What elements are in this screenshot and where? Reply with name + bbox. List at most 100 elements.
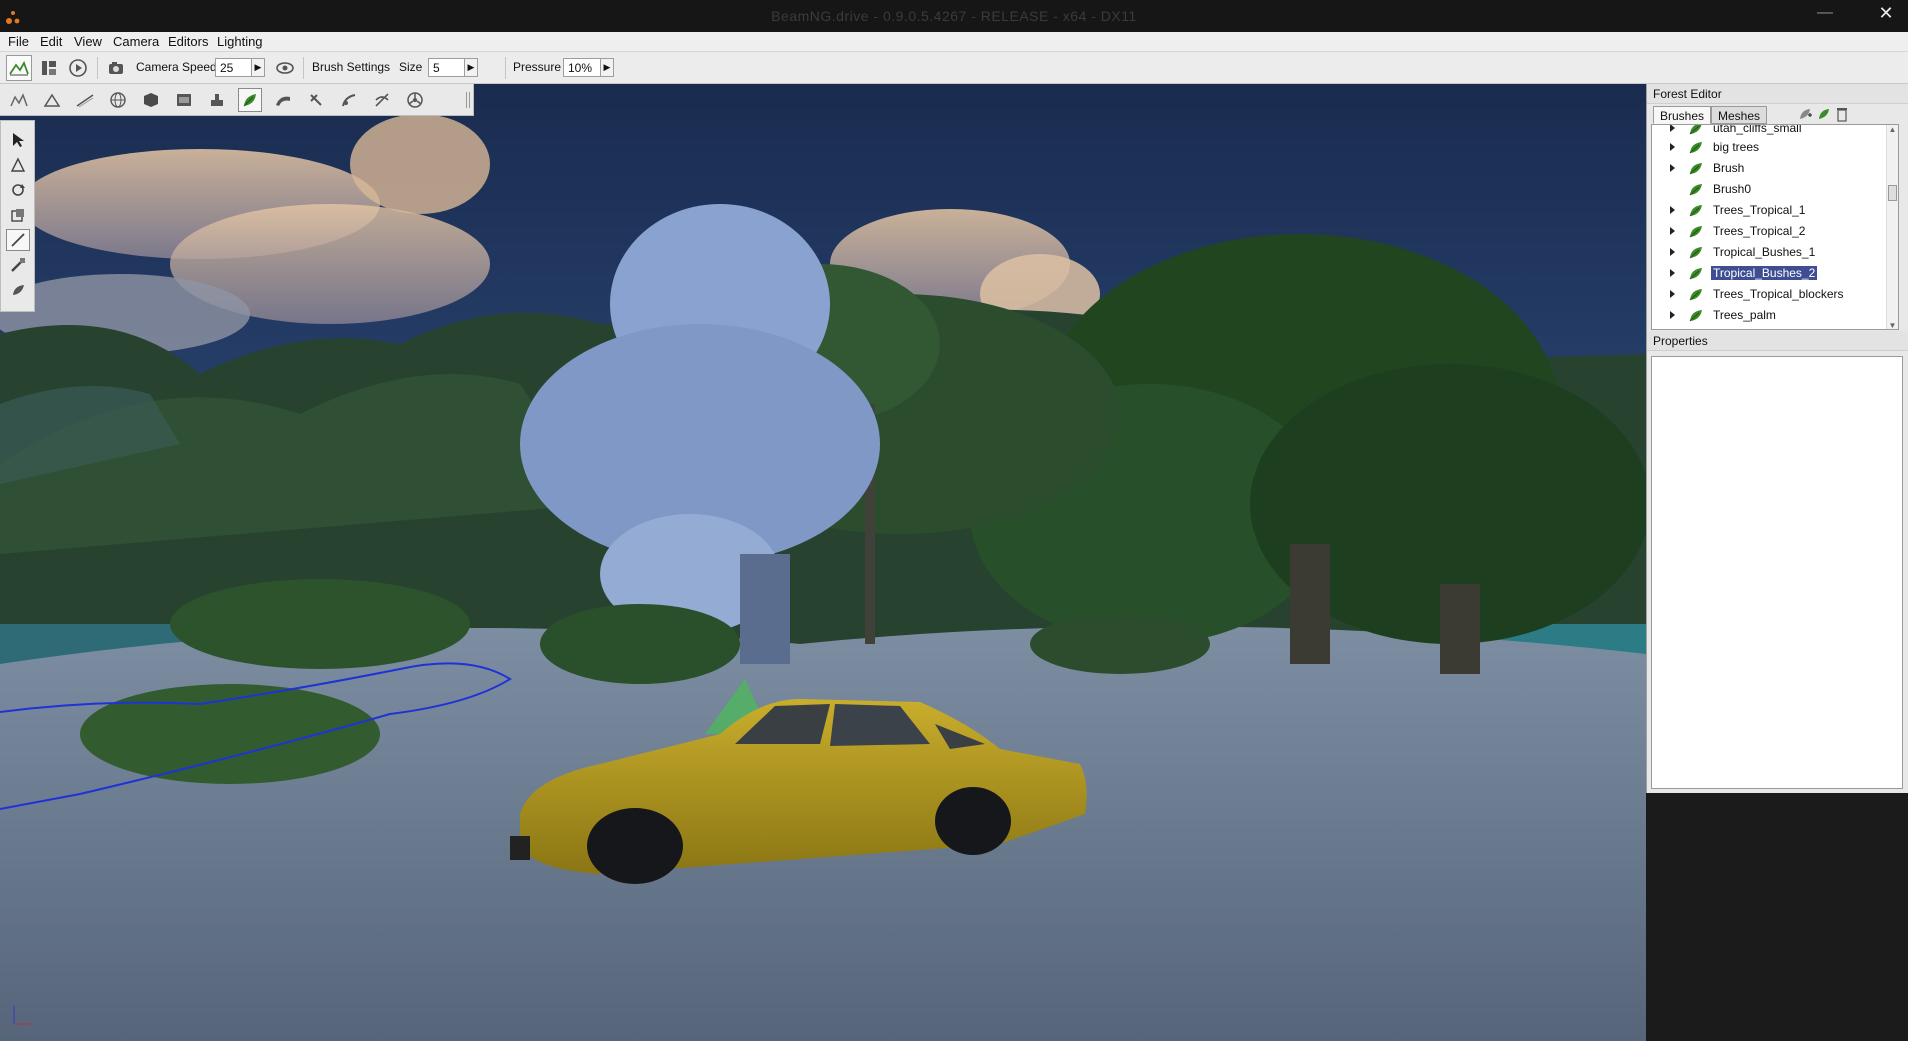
leaf-brush-icon[interactable] — [6, 279, 30, 301]
scale-icon[interactable] — [6, 204, 30, 226]
expand-arrow-icon[interactable] — [1670, 290, 1675, 298]
tab-meshes[interactable]: Meshes — [1711, 106, 1768, 124]
tree-item[interactable]: Trees_Tropical_2 — [1652, 221, 1888, 242]
window-title: BeamNG.drive - 0.9.0.5.4267 - RELEASE - … — [771, 8, 1137, 24]
new-brush-icon[interactable] — [1797, 106, 1813, 125]
layout-icon[interactable] — [36, 55, 62, 81]
properties-title: Properties — [1647, 331, 1908, 351]
tree-item[interactable]: Trees_Tropical_1 — [1652, 200, 1888, 221]
3d-viewport[interactable] — [0, 84, 1646, 1041]
editor-tool-row — [0, 84, 474, 116]
expand-arrow-icon[interactable] — [1670, 125, 1675, 132]
expand-arrow-icon[interactable] — [1670, 269, 1675, 277]
leaf-icon — [1689, 205, 1702, 217]
scroll-down-icon[interactable]: ▼ — [1888, 321, 1897, 329]
tree-scrollbar[interactable]: ▲ ▼ — [1886, 125, 1898, 329]
terrain-icon[interactable] — [7, 88, 31, 112]
leaf-icon — [1689, 142, 1702, 154]
play-icon[interactable] — [65, 55, 91, 81]
select-arrow-icon[interactable] — [6, 129, 30, 151]
scene-render[interactable] — [0, 84, 1646, 1041]
pressure-label: Pressure — [513, 60, 562, 74]
mesh-road-icon[interactable] — [271, 88, 295, 112]
river-icon[interactable] — [304, 88, 328, 112]
navmesh-icon[interactable] — [370, 88, 394, 112]
tree-item-label: utah_cliffs_small — [1713, 124, 1802, 135]
tree-item-label: Trees_Tropical_blockers — [1713, 287, 1844, 301]
menu-file[interactable]: File — [8, 34, 29, 49]
leaf-icon — [1689, 289, 1702, 301]
minimize-button[interactable]: — — [1804, 0, 1846, 28]
globe-icon[interactable] — [106, 88, 130, 112]
title-bar: BeamNG.drive - 0.9.0.5.4267 - RELEASE - … — [0, 0, 1908, 32]
menu-edit[interactable]: Edit — [40, 34, 62, 49]
leaf-icon — [1689, 163, 1702, 175]
path-icon[interactable] — [172, 88, 196, 112]
tree-item-label: Trees_Tropical_1 — [1713, 203, 1806, 217]
menu-lighting[interactable]: Lighting — [217, 34, 263, 49]
tab-brushes[interactable]: Brushes — [1653, 106, 1712, 124]
tree-item-label: Tropical_Bushes_2 — [1711, 266, 1818, 280]
tree-item[interactable]: big trees — [1652, 137, 1888, 158]
decal-road-icon[interactable] — [337, 88, 361, 112]
terrain-paint-icon[interactable] — [40, 88, 64, 112]
scroll-thumb[interactable] — [1888, 185, 1897, 201]
rotate-icon[interactable] — [6, 179, 30, 201]
expand-arrow-icon[interactable] — [1670, 143, 1675, 151]
expand-arrow-icon[interactable] — [1670, 164, 1675, 172]
properties-area[interactable] — [1651, 356, 1903, 789]
size-arrow-icon[interactable]: ▶ — [464, 58, 478, 77]
brush-tree[interactable]: utah_cliffs_small big trees Brush Brush0… — [1651, 124, 1899, 330]
leaf-icon — [1689, 247, 1702, 259]
tool-row-grip[interactable] — [466, 92, 470, 108]
brush-settings-label: Brush Settings — [312, 60, 391, 74]
tree-item-label: Brush — [1713, 161, 1745, 175]
scroll-up-icon[interactable]: ▲ — [1888, 125, 1897, 135]
world-editor-icon[interactable] — [6, 55, 32, 81]
move-icon[interactable] — [6, 154, 30, 176]
object-icon[interactable] — [139, 88, 163, 112]
leaf-icon — [1689, 268, 1702, 280]
tree-item-label: Trees_Tropical_2 — [1713, 224, 1806, 238]
pressure-input[interactable]: 10% — [563, 58, 601, 77]
forest-icon[interactable] — [238, 88, 262, 112]
tree-item[interactable]: Trees_Tropical_blockers — [1652, 284, 1888, 305]
new-element-icon[interactable] — [1816, 106, 1832, 125]
size-input[interactable]: 5 — [428, 58, 466, 77]
tree-item[interactable]: Brush — [1652, 158, 1888, 179]
expand-arrow-icon[interactable] — [1670, 206, 1675, 214]
camera-speed-arrow-icon[interactable]: ▶ — [251, 58, 265, 77]
expand-arrow-icon[interactable] — [1670, 227, 1675, 235]
menu-camera[interactable]: Camera — [113, 34, 159, 49]
menu-bar: File Edit View Camera Editors Lighting — [0, 32, 1908, 52]
eye-icon[interactable] — [272, 55, 298, 81]
forest-editor-title: Forest Editor — [1647, 84, 1908, 104]
paint-brush-icon[interactable] — [6, 229, 30, 251]
forest-editor-panel: Forest Editor Brushes Meshes utah_cliffs… — [1646, 84, 1908, 331]
erase-icon[interactable] — [6, 254, 30, 276]
toolbar-separator — [303, 57, 304, 79]
camera-icon[interactable] — [104, 55, 130, 81]
expand-arrow-icon[interactable] — [1670, 248, 1675, 256]
pressure-arrow-icon[interactable]: ▶ — [600, 58, 614, 77]
tree-item[interactable]: Tropical_Bushes_1 — [1652, 242, 1888, 263]
vehicle-icon[interactable] — [403, 88, 427, 112]
road-icon[interactable] — [73, 88, 97, 112]
tree-item[interactable]: Trees_palm — [1652, 305, 1888, 326]
menu-editors[interactable]: Editors — [168, 34, 208, 49]
leaf-icon — [1689, 184, 1702, 196]
size-label: Size — [399, 60, 423, 74]
tree-item-selected[interactable]: Tropical_Bushes_2 — [1652, 263, 1888, 284]
decal-icon[interactable] — [205, 88, 229, 112]
leaf-icon — [1689, 125, 1702, 135]
close-button[interactable]: ✕ — [1864, 0, 1908, 28]
tree-item-label: Brush0 — [1713, 182, 1752, 196]
camera-speed-label: Camera Speed — [136, 60, 217, 74]
expand-arrow-icon[interactable] — [1670, 311, 1675, 319]
toolbar-separator — [505, 57, 506, 79]
leaf-icon — [1689, 310, 1702, 322]
tree-item-label: Tropical_Bushes_1 — [1713, 245, 1816, 259]
menu-view[interactable]: View — [74, 34, 102, 49]
tree-item[interactable]: Brush0 — [1652, 179, 1888, 200]
delete-icon[interactable] — [1835, 106, 1849, 125]
